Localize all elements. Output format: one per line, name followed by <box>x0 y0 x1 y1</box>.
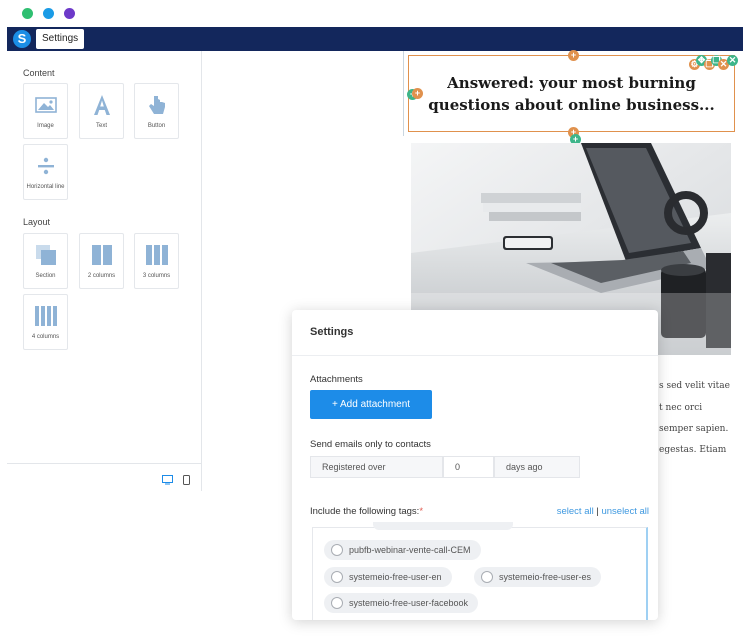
tags-label-text: Include the following tags: <box>310 506 420 517</box>
top-bar: S Settings <box>7 27 743 51</box>
four-columns-icon <box>24 304 67 328</box>
add-above-icon[interactable]: + <box>568 50 579 61</box>
block-label: Section <box>35 273 56 279</box>
radio-icon[interactable] <box>331 544 343 556</box>
headline-text[interactable]: Answered: your most burning questions ab… <box>422 72 722 116</box>
body-text-line: semper sapien. <box>659 424 729 434</box>
canvas-guide-line <box>403 51 404 136</box>
delete-section-icon[interactable]: ✕ <box>727 55 738 66</box>
tag-label: systemeio-free-user-facebook <box>349 598 469 608</box>
registered-label: Registered over <box>310 456 443 478</box>
modal-divider <box>292 355 658 356</box>
tags-label: Include the following tags:* <box>310 506 423 517</box>
block-text[interactable]: Text <box>79 83 124 139</box>
headline-block[interactable]: Answered: your most burning questions ab… <box>408 55 735 132</box>
radio-icon[interactable] <box>331 571 343 583</box>
tag-option[interactable]: pubfb-webinar-vente-call-CEM <box>324 540 481 560</box>
block-image[interactable]: Image <box>23 83 68 139</box>
block-label: 2 columns <box>87 273 116 279</box>
body-text-line: egestas. Etiam <box>659 445 727 455</box>
body-text-line: s sed velit vitae <box>659 381 730 391</box>
block-label: 4 columns <box>31 334 60 340</box>
add-attachment-button[interactable]: + Add attachment <box>310 390 432 419</box>
modal-title: Settings <box>310 326 354 338</box>
tag-pill-partial <box>373 522 513 530</box>
tag-selection-links: select all | unselect all <box>557 506 649 517</box>
mobile-icon[interactable] <box>183 472 190 490</box>
two-columns-icon <box>80 243 123 267</box>
radio-icon[interactable] <box>481 571 493 583</box>
select-all-link[interactable]: select all <box>557 506 594 517</box>
image-icon <box>24 93 67 117</box>
tag-label: systemeio-free-user-en <box>349 572 442 582</box>
block-label: Image <box>37 123 54 129</box>
tag-option[interactable]: systemeio-free-user-en <box>324 567 452 587</box>
content-section-title: Content <box>23 68 55 78</box>
tag-option[interactable]: systemeio-free-user-facebook <box>324 593 479 613</box>
window-dot-blue[interactable] <box>43 8 54 19</box>
layout-section-title: Layout <box>23 217 51 227</box>
link-separator: | <box>596 506 599 517</box>
body-text-line: t nec orci <box>659 403 703 413</box>
registered-filter: Registered over 0 days ago <box>310 456 580 478</box>
pointer-icon <box>135 93 178 117</box>
tag-option[interactable]: systemeio-free-user-es <box>474 567 602 587</box>
block-label: 3 columns <box>142 273 171 279</box>
add-left-alt-icon[interactable]: + <box>412 88 423 99</box>
block-three-columns[interactable]: 3 columns <box>134 233 179 289</box>
tags-list[interactable]: pubfb-webinar-vente-call-CEM systemeio-f… <box>312 522 648 620</box>
window-controls <box>22 8 75 19</box>
registered-days-input[interactable]: 0 <box>443 456 494 478</box>
editor-sidebar: Content Image Text Button Horizontal lin… <box>7 51 202 491</box>
block-two-columns[interactable]: 2 columns <box>79 233 124 289</box>
window-dot-purple[interactable] <box>64 8 75 19</box>
block-label: Button <box>147 123 166 129</box>
block-horizontal-line[interactable]: Horizontal line <box>23 144 68 200</box>
tag-label: systemeio-free-user-es <box>499 572 592 582</box>
three-columns-icon <box>135 243 178 267</box>
block-section[interactable]: Section <box>23 233 68 289</box>
window-dot-green[interactable] <box>22 8 33 19</box>
block-button[interactable]: Button <box>134 83 179 139</box>
app-root: S Settings Content Image Text Button Hor… <box>0 0 750 643</box>
text-icon <box>80 93 123 117</box>
block-label: Horizontal line <box>26 184 65 190</box>
settings-tab[interactable]: Settings <box>36 29 85 49</box>
send-contacts-label: Send emails only to contacts <box>310 439 431 450</box>
block-four-columns[interactable]: 4 columns <box>23 294 68 350</box>
desktop-icon[interactable] <box>162 472 173 490</box>
settings-modal: Settings Attachments + Add attachment Se… <box>292 310 658 620</box>
tag-label: pubfb-webinar-vente-call-CEM <box>349 545 471 555</box>
section-icon <box>24 243 67 267</box>
unselect-all-link[interactable]: unselect all <box>601 506 649 517</box>
attachments-label: Attachments <box>310 374 363 385</box>
radio-icon[interactable] <box>331 597 343 609</box>
sidebar-footer <box>7 463 202 491</box>
app-logo[interactable]: S <box>13 30 31 48</box>
days-ago-label: days ago <box>494 456 580 478</box>
required-mark: * <box>419 506 424 517</box>
divider-icon <box>24 154 67 178</box>
block-label: Text <box>95 123 107 129</box>
